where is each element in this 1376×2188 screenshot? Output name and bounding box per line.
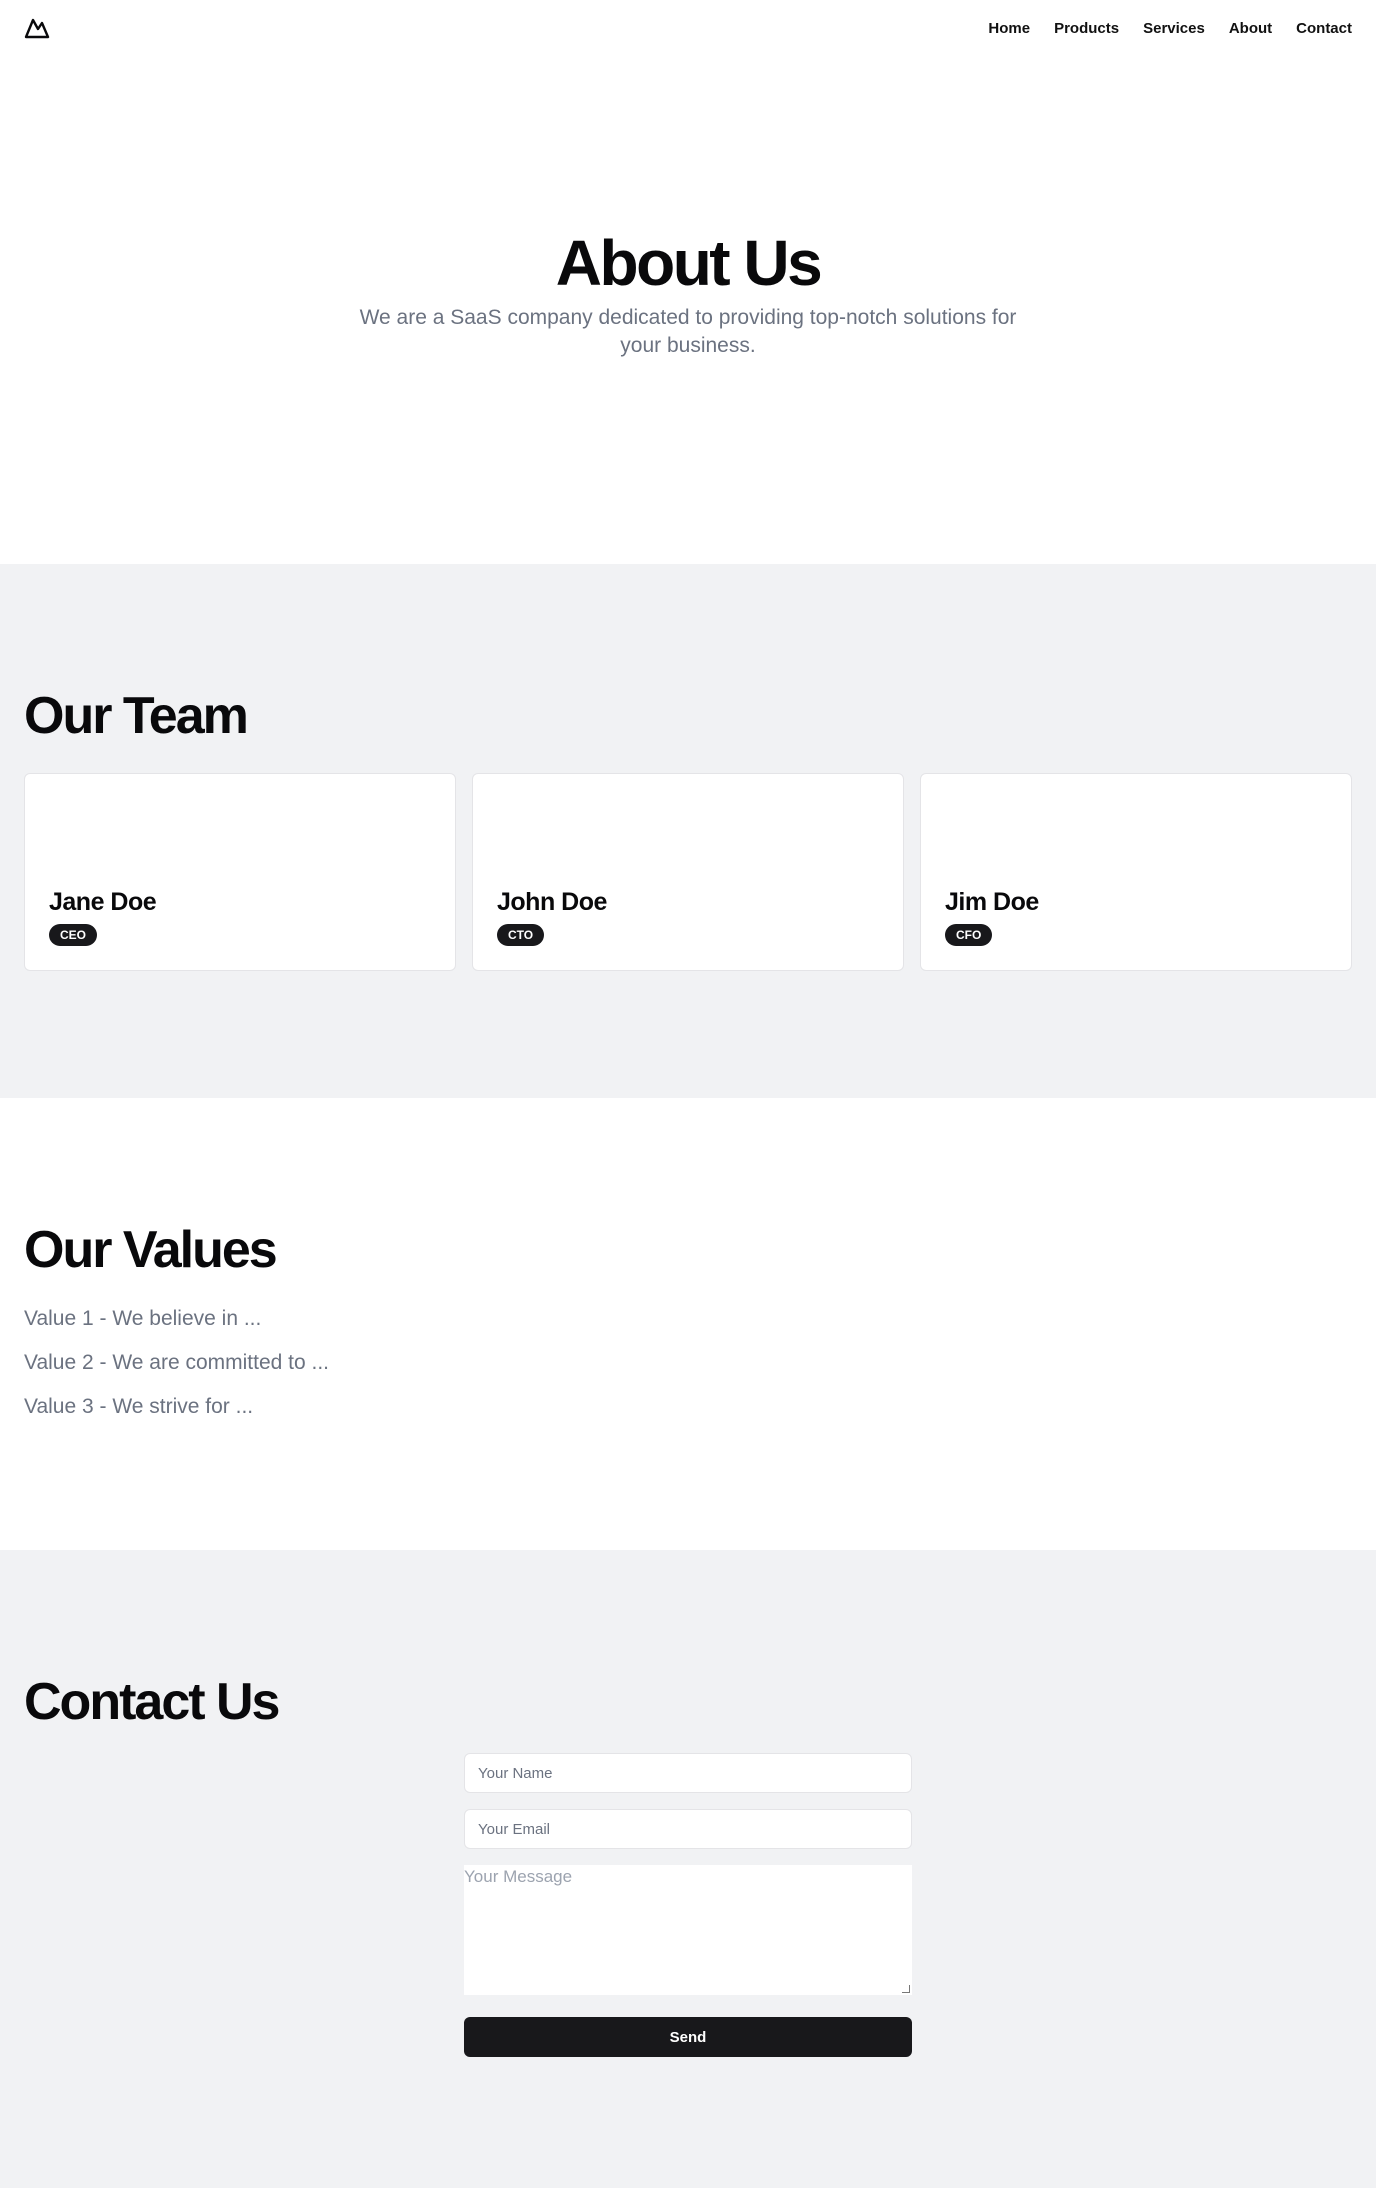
contact-section: Contact Us Your Name Your Email Your Mes…	[0, 1550, 1376, 2188]
team-card: Jim Doe CFO	[920, 773, 1352, 972]
values-list: Value 1 - We believe in ... Value 2 - We…	[24, 1305, 1352, 1421]
role-badge: CTO	[497, 924, 545, 947]
page-title: About Us	[555, 226, 823, 299]
member-name: Jim Doe	[945, 888, 1039, 917]
resize-handle-icon[interactable]	[902, 1985, 910, 1994]
team-section: Our Team Jane Doe CEO John Doe CTO Jim D…	[0, 564, 1376, 1098]
values-section: Our Values Value 1 - We believe in ... V…	[0, 1098, 1376, 1550]
member-name: John Doe	[497, 888, 607, 917]
nav-link-products[interactable]: Products	[1054, 20, 1119, 37]
list-item: Value 3 - We strive for ...	[24, 1395, 254, 1419]
nav-link-home[interactable]: Home	[988, 20, 1030, 37]
nav-link-about[interactable]: About	[1229, 20, 1272, 37]
role-badge: CFO	[945, 924, 993, 947]
mountain-icon[interactable]	[24, 17, 50, 39]
nav-link-contact[interactable]: Contact	[1296, 20, 1352, 37]
contact-title: Contact Us	[24, 1673, 280, 1731]
site-header: Home Products Services About Contact	[0, 0, 1376, 56]
list-item: Value 1 - We believe in ...	[24, 1307, 262, 1331]
hero-subtitle: We are a SaaS company dedicated to provi…	[359, 306, 1017, 358]
team-title: Our Team	[24, 687, 249, 745]
name-field[interactable]: Your Name	[464, 1753, 912, 1794]
main-nav: Home Products Services About Contact	[988, 20, 1352, 37]
member-name: Jane Doe	[49, 888, 157, 917]
list-item: Value 2 - We are committed to ...	[24, 1351, 330, 1375]
send-button[interactable]: Send	[464, 2017, 912, 2058]
message-textarea[interactable]: Your Message	[464, 1865, 912, 1996]
nav-link-services[interactable]: Services	[1143, 20, 1205, 37]
team-cards: Jane Doe CEO John Doe CTO Jim Doe CFO	[24, 773, 1352, 972]
message-placeholder: Your Message	[464, 1867, 573, 1887]
role-badge: CEO	[49, 924, 98, 947]
values-title: Our Values	[24, 1221, 278, 1279]
team-card: Jane Doe CEO	[24, 773, 456, 972]
team-card: John Doe CTO	[472, 773, 904, 972]
email-field[interactable]: Your Email	[464, 1809, 912, 1850]
contact-form: Your Name Your Email Your Message Send	[464, 1753, 912, 2058]
hero-section: About Us We are a SaaS company dedicated…	[0, 56, 1376, 564]
